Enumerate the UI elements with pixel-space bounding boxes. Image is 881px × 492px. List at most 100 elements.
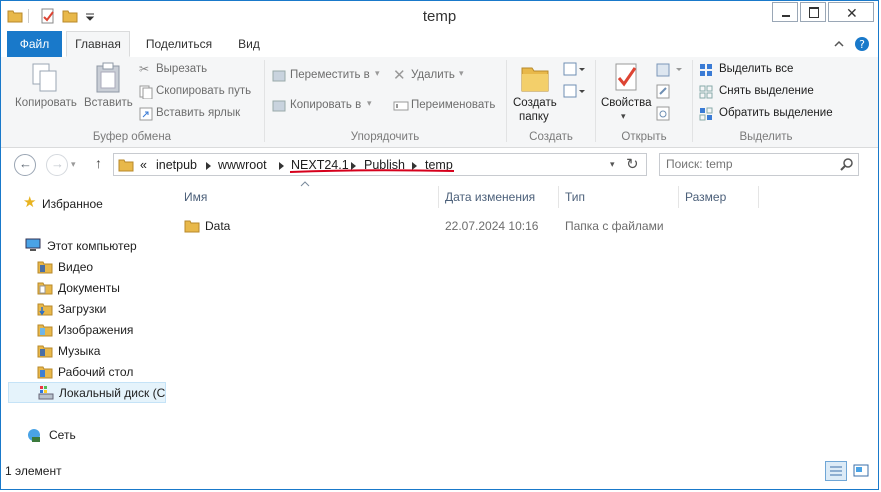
breadcrumb-separator-icon[interactable] bbox=[279, 162, 284, 170]
nav-item-label: Документы bbox=[58, 281, 120, 295]
select-none-button[interactable]: Снять выделение bbox=[699, 84, 839, 101]
history-icon[interactable] bbox=[656, 106, 672, 122]
recent-locations-icon[interactable]: ▾ bbox=[71, 159, 76, 170]
dropdown-arrow-icon: ▾ bbox=[459, 68, 464, 78]
cut-button[interactable]: ✂ Вырезать bbox=[139, 62, 259, 79]
dropdown-arrow-icon: ▾ bbox=[621, 111, 626, 121]
search-box[interactable] bbox=[659, 153, 859, 176]
delete-label: Удалить bbox=[411, 69, 455, 81]
open-group-label: Открыть bbox=[621, 131, 667, 143]
paste-shortcut-button[interactable]: Вставить ярлык bbox=[139, 106, 259, 123]
column-header-date[interactable]: Дата изменения bbox=[439, 186, 559, 208]
nav-network-label: Сеть bbox=[49, 428, 76, 442]
maximize-button[interactable] bbox=[800, 2, 826, 22]
local-disk-icon bbox=[38, 386, 54, 400]
new-folder-label-line1: Создать bbox=[513, 97, 557, 109]
paste-button[interactable]: Вставить bbox=[83, 59, 135, 115]
folder-icon bbox=[184, 220, 200, 233]
close-button[interactable]: ✕ bbox=[828, 2, 874, 22]
nav-item-documents[interactable]: Документы bbox=[34, 279, 164, 297]
select-group-label: Выделить bbox=[739, 131, 793, 143]
edit-icon[interactable] bbox=[656, 84, 672, 100]
search-icon[interactable] bbox=[840, 158, 854, 172]
select-none-label: Снять выделение bbox=[719, 85, 814, 97]
tab-share[interactable]: Поделиться bbox=[140, 31, 218, 57]
rename-icon bbox=[393, 101, 409, 111]
nav-item-label: Локальный диск (C bbox=[59, 386, 166, 400]
copy-icon bbox=[32, 63, 57, 92]
refresh-icon[interactable]: ↻ bbox=[626, 155, 639, 173]
tab-view[interactable]: Вид bbox=[229, 31, 269, 57]
nav-item-label: Загрузки bbox=[58, 302, 107, 316]
help-icon[interactable]: ? bbox=[854, 36, 870, 52]
cut-label: Вырезать bbox=[156, 63, 208, 75]
group-separator bbox=[595, 60, 596, 142]
nav-item-pictures[interactable]: Изображения bbox=[34, 321, 164, 339]
breadcrumb-inetpub[interactable]: inetpub bbox=[156, 158, 197, 172]
group-separator bbox=[264, 60, 265, 142]
nav-item-label: Рабочий стол bbox=[58, 365, 134, 379]
up-arrow-icon[interactable]: ↑ bbox=[95, 155, 102, 171]
copy-to-icon bbox=[272, 100, 286, 112]
breadcrumb-separator-icon[interactable] bbox=[206, 162, 211, 170]
nav-item-label: Видео bbox=[58, 260, 94, 274]
search-input[interactable] bbox=[666, 156, 836, 172]
nav-item-local-disk[interactable]: Локальный диск (C bbox=[8, 382, 166, 403]
star-icon: ★ bbox=[23, 194, 37, 211]
move-to-icon bbox=[272, 70, 286, 82]
select-all-button[interactable]: Выделить все bbox=[699, 62, 839, 79]
tab-file[interactable]: Файл bbox=[7, 31, 62, 57]
open-icon[interactable] bbox=[656, 62, 686, 78]
select-all-icon bbox=[700, 64, 712, 76]
copy-label: Копировать bbox=[15, 97, 77, 109]
navigation-pane: ★ Избранное Этот компьютер Видео Докумен… bbox=[1, 186, 166, 459]
breadcrumb-wwwroot[interactable]: wwwroot bbox=[218, 158, 267, 172]
copy-path-button[interactable]: Скопировать путь bbox=[139, 84, 259, 101]
move-to-label: Переместить в bbox=[290, 69, 370, 81]
nav-this-pc[interactable]: Этот компьютер bbox=[23, 237, 163, 255]
move-to-button[interactable]: Переместить в ▾ bbox=[272, 68, 384, 85]
nav-favorites[interactable]: ★ Избранное bbox=[23, 194, 163, 213]
back-button[interactable]: ← bbox=[14, 154, 36, 176]
copy-button[interactable]: Копировать bbox=[13, 59, 77, 115]
ribbon-tabs: Файл Главная Поделиться Вид ? bbox=[1, 31, 878, 58]
properties-label: Свойства bbox=[601, 97, 652, 109]
nav-favorites-label: Избранное bbox=[42, 197, 103, 211]
item-count: 1 элемент bbox=[5, 464, 62, 478]
column-header-size[interactable]: Размер bbox=[679, 186, 759, 208]
delete-button[interactable]: ✕ Удалить ▾ bbox=[393, 67, 473, 85]
properties-button[interactable]: Свойства ▾ bbox=[599, 59, 653, 127]
new-item-icon[interactable] bbox=[563, 62, 585, 78]
details-view-button[interactable] bbox=[825, 461, 847, 481]
file-row[interactable]: Data 22.07.2024 10:16 Папка с файлами bbox=[178, 215, 759, 237]
nav-item-downloads[interactable]: Загрузки bbox=[34, 300, 164, 318]
arrow-left-icon: ← bbox=[19, 156, 32, 171]
tab-home[interactable]: Главная bbox=[66, 31, 130, 57]
nav-item-label: Изображения bbox=[58, 323, 134, 337]
large-icons-view-button[interactable] bbox=[850, 461, 872, 481]
minimize-ribbon-icon[interactable] bbox=[833, 38, 845, 50]
column-header-type[interactable]: Тип bbox=[559, 186, 679, 208]
breadcrumb-overflow[interactable]: « bbox=[140, 158, 147, 172]
red-underline-annotation bbox=[289, 169, 455, 173]
large-icons-view-icon bbox=[853, 464, 869, 477]
minimize-button[interactable] bbox=[772, 2, 798, 22]
forward-button[interactable]: → bbox=[46, 154, 68, 176]
new-folder-button[interactable]: Создать папку bbox=[510, 59, 560, 127]
copy-to-button[interactable]: Копировать в ▾ bbox=[272, 98, 384, 115]
group-separator bbox=[506, 60, 507, 142]
nav-item-videos[interactable]: Видео bbox=[34, 258, 164, 276]
easy-access-icon[interactable] bbox=[563, 84, 585, 100]
scissors-icon: ✂ bbox=[139, 62, 150, 76]
organize-group-label: Упорядочить bbox=[350, 131, 420, 143]
copy-path-icon bbox=[139, 85, 153, 99]
nav-item-music[interactable]: Музыка bbox=[34, 342, 164, 360]
rename-button[interactable]: Переименовать bbox=[393, 98, 503, 115]
nav-network[interactable]: Сеть bbox=[23, 426, 163, 444]
invert-selection-button[interactable]: Обратить выделение bbox=[699, 106, 839, 123]
details-view-icon bbox=[830, 466, 842, 476]
address-dropdown-icon[interactable]: ▾ bbox=[610, 159, 615, 170]
dropdown-arrow-icon: ▾ bbox=[375, 68, 380, 78]
nav-item-desktop[interactable]: Рабочий стол bbox=[34, 363, 164, 381]
column-header-name[interactable]: Имя bbox=[178, 186, 439, 208]
